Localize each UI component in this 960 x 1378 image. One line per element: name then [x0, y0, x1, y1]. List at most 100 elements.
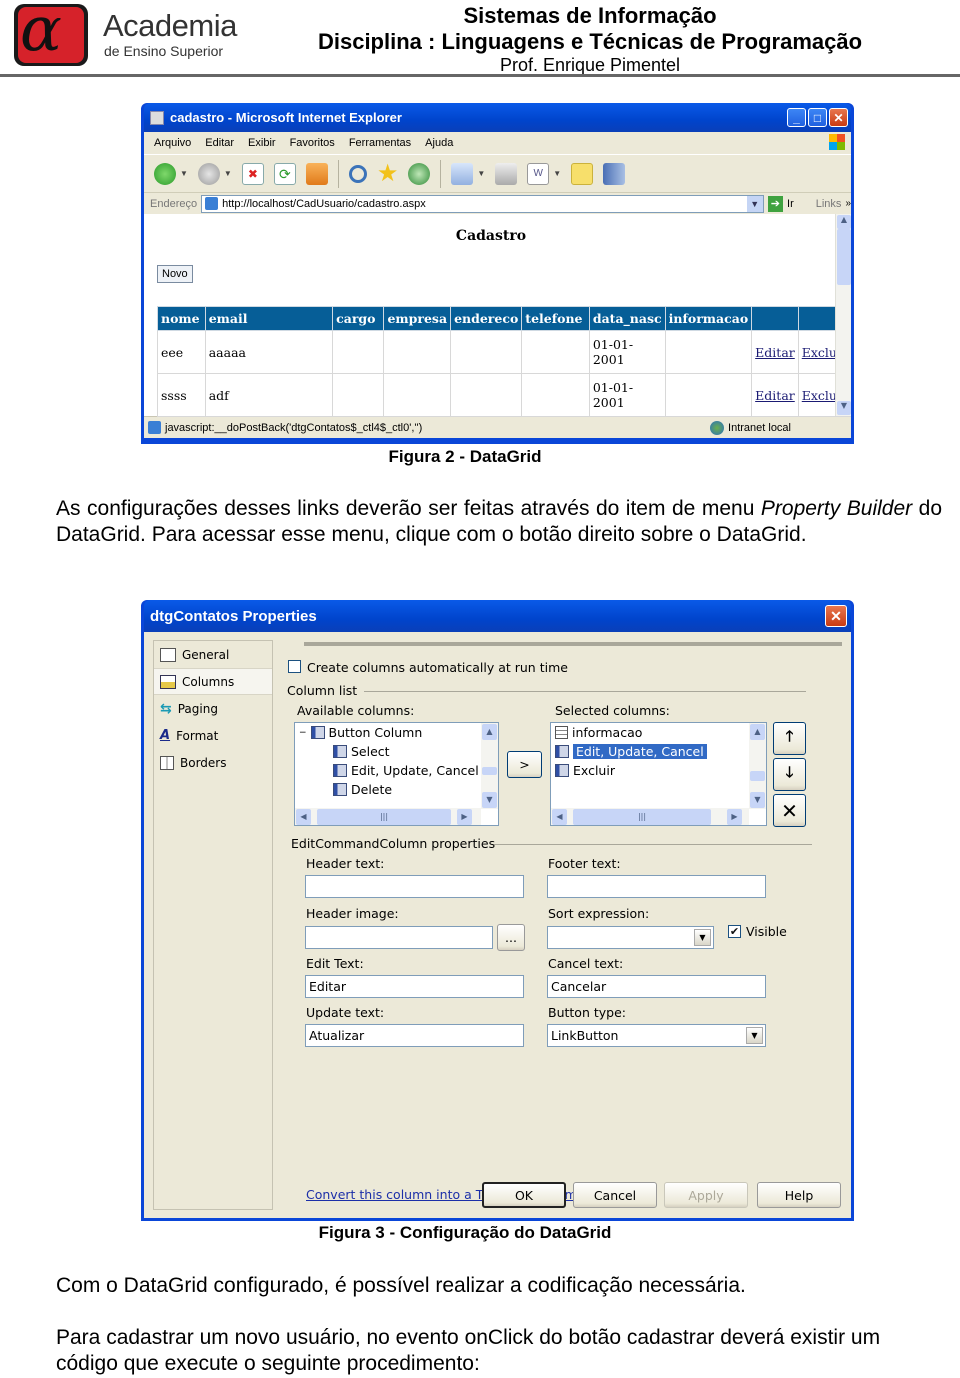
scroll-left-icon[interactable]: ◀	[296, 809, 311, 825]
vertical-scrollbar[interactable]: ▲ ▼	[835, 214, 851, 416]
research-icon[interactable]	[603, 162, 626, 185]
edit-link[interactable]: Editar	[755, 345, 795, 360]
scroll-thumb[interactable]	[482, 767, 497, 775]
zone-label: Intranet local	[728, 421, 791, 434]
horizontal-scrollbar[interactable]: ◀ ||| ▶	[295, 808, 481, 825]
dropdown-arrow-icon[interactable]: ▼	[694, 929, 711, 946]
scroll-up-icon[interactable]: ▲	[482, 724, 497, 740]
bound-column-icon	[555, 726, 568, 739]
ok-button[interactable]: OK	[482, 1182, 566, 1208]
forward-dropdown-icon[interactable]: ▼	[224, 169, 232, 178]
header-text-input[interactable]	[305, 875, 524, 898]
move-down-button[interactable]: 🡓	[773, 758, 806, 791]
edit-text-input[interactable]: Editar	[305, 975, 524, 998]
cancel-text-input[interactable]: Cancelar	[547, 975, 766, 998]
tree-item-select[interactable]: Select	[295, 742, 498, 761]
scroll-down-icon[interactable]: ▼	[837, 401, 851, 415]
search-icon[interactable]	[348, 164, 367, 183]
available-columns-tree[interactable]: − Button Column Select Edit, Update, Canc…	[294, 722, 499, 826]
list-item-edit-update-cancel[interactable]: Edit, Update, Cancel	[551, 742, 766, 761]
list-item-excluir[interactable]: Excluir	[551, 761, 766, 780]
edit-word-icon[interactable]: W	[527, 162, 550, 185]
print-icon[interactable]	[495, 162, 518, 185]
scroll-thumb[interactable]	[750, 771, 765, 781]
chevron-right-icon[interactable]: »	[845, 198, 851, 209]
button-type-select[interactable]: LinkButton ▼	[547, 1024, 766, 1047]
browser-content: Cadastro Novo nome email cargo empresa ender…	[144, 214, 852, 417]
vertical-scrollbar[interactable]: ▲ ▼	[481, 723, 498, 809]
dropdown-arrow-icon[interactable]: ▼	[746, 1027, 763, 1044]
refresh-icon[interactable]: ⟳	[273, 162, 296, 185]
maximize-button[interactable]: □	[808, 108, 827, 127]
apply-button[interactable]: Apply	[664, 1182, 748, 1208]
new-button[interactable]: Novo	[157, 265, 193, 283]
nav-item-format[interactable]: A Format	[154, 722, 272, 749]
grid-icon	[310, 726, 325, 739]
mail-icon[interactable]	[451, 162, 474, 185]
scroll-up-icon[interactable]: ▲	[750, 724, 765, 740]
notes-icon[interactable]	[571, 162, 594, 185]
menu-ajuda[interactable]: Ajuda	[425, 137, 453, 149]
scroll-left-icon[interactable]: ◀	[552, 809, 567, 825]
edit-dropdown-icon[interactable]: ▼	[553, 169, 561, 178]
menu-favoritos[interactable]: Favoritos	[290, 137, 335, 149]
minimize-button[interactable]: _	[787, 108, 806, 127]
menu-ferramentas[interactable]: Ferramentas	[349, 137, 411, 149]
nav-item-general[interactable]: General	[154, 641, 272, 668]
footer-text-label: Footer text:	[548, 856, 621, 871]
cancel-button[interactable]: Cancel	[573, 1182, 657, 1208]
add-column-button[interactable]: >	[507, 751, 542, 778]
go-arrow-icon[interactable]: ➔	[767, 195, 784, 212]
stop-icon[interactable]: ✖	[241, 162, 264, 185]
menu-arquivo[interactable]: Arquivo	[154, 137, 191, 149]
nav-item-paging[interactable]: ⇆ Paging	[154, 695, 272, 722]
address-input[interactable]: http://localhost/CadUsuario/cadastro.asp…	[201, 194, 764, 213]
horizontal-scrollbar[interactable]: ◀ ||| ▶	[551, 808, 749, 825]
scroll-right-icon[interactable]: ▶	[457, 809, 472, 825]
forward-icon[interactable]	[197, 162, 220, 185]
dialog-close-button[interactable]: ✕	[825, 605, 847, 627]
browse-button[interactable]: ...	[497, 924, 525, 951]
mail-dropdown-icon[interactable]: ▼	[477, 169, 485, 178]
back-dropdown-icon[interactable]: ▼	[180, 169, 188, 178]
tree-item-edit-update-cancel[interactable]: Edit, Update, Cancel	[295, 761, 498, 780]
scroll-thumb[interactable]: |||	[317, 809, 451, 825]
nav-item-borders[interactable]: Borders	[154, 749, 272, 776]
scroll-right-icon[interactable]: ▶	[727, 809, 742, 825]
favorites-icon[interactable]: ★	[377, 161, 399, 185]
tree-item-button-column[interactable]: − Button Column	[295, 723, 498, 742]
address-dropdown-icon[interactable]: ▼	[746, 195, 763, 212]
back-icon[interactable]	[154, 162, 176, 185]
header-image-input[interactable]	[305, 926, 493, 949]
help-button[interactable]: Help	[757, 1182, 841, 1208]
move-up-button[interactable]: 🡑	[773, 722, 806, 755]
links-button[interactable]: Links	[816, 198, 842, 210]
remove-column-button[interactable]: ✕	[773, 794, 806, 827]
scroll-thumb[interactable]: |||	[573, 809, 711, 825]
home-icon[interactable]	[305, 162, 328, 185]
go-button[interactable]: Ir	[787, 198, 794, 210]
selected-columns-list[interactable]: informacao Edit, Update, Cancel Excluir …	[550, 722, 767, 826]
update-text-input[interactable]: Atualizar	[305, 1024, 524, 1047]
list-item-informacao[interactable]: informacao	[551, 723, 766, 742]
auto-columns-checkbox[interactable]	[288, 660, 301, 673]
scroll-down-icon[interactable]: ▼	[482, 792, 497, 808]
scroll-thumb[interactable]	[837, 229, 851, 285]
footer-text-input[interactable]	[547, 875, 766, 898]
menu-editar[interactable]: Editar	[205, 137, 234, 149]
edit-link[interactable]: Editar	[755, 388, 795, 403]
sort-expression-select[interactable]: ▼	[547, 926, 714, 949]
visible-checkbox[interactable]: ✔	[728, 925, 741, 938]
toolbar-separator	[440, 159, 442, 188]
cell-empresa	[383, 330, 452, 374]
column-header: endereco	[450, 306, 523, 331]
scroll-down-icon[interactable]: ▼	[750, 792, 765, 808]
nav-item-columns[interactable]: Columns	[154, 668, 272, 695]
tree-item-delete[interactable]: Delete	[295, 780, 498, 799]
scroll-up-icon[interactable]: ▲	[837, 215, 851, 229]
close-button[interactable]: ✕	[829, 108, 848, 127]
history-icon[interactable]	[408, 162, 431, 185]
cell-data-nasc: 01-01- 2001	[588, 330, 666, 374]
vertical-scrollbar[interactable]: ▲ ▼	[749, 723, 766, 809]
menu-exibir[interactable]: Exibir	[248, 137, 276, 149]
